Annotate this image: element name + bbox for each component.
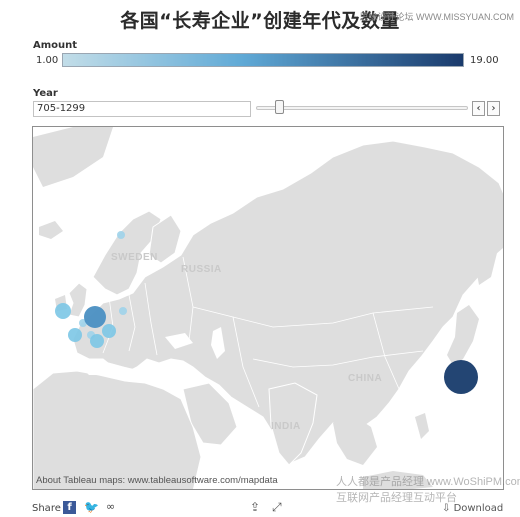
bubble-japan[interactable] <box>444 360 478 394</box>
amount-color-ramp <box>62 53 464 67</box>
bubble-norway[interactable] <box>117 231 125 239</box>
bubble-britain[interactable] <box>55 303 71 319</box>
bubble-france[interactable] <box>68 328 82 342</box>
watermark-bottom-line2: 互联网产品经理互动平台 <box>336 492 457 504</box>
twitter-icon[interactable]: 🐦 <box>84 500 99 514</box>
year-slider-track[interactable] <box>256 106 468 110</box>
amount-legend-label: Amount <box>33 40 78 51</box>
facebook-icon[interactable]: f <box>63 501 76 514</box>
watermark-bottom-line1: 人人都是产品经理 www.WoShiPM.com <box>336 476 520 488</box>
amount-legend-max: 19.00 <box>470 55 499 66</box>
link-icon[interactable]: ∞ <box>106 500 115 513</box>
fullscreen-icon[interactable]: ⤢ <box>272 500 282 515</box>
year-filter-label: Year <box>33 88 58 99</box>
year-slider-thumb[interactable] <box>275 100 284 114</box>
year-next-button[interactable]: › <box>487 101 500 116</box>
bubble-poland[interactable] <box>119 307 127 315</box>
year-prev-button[interactable]: ‹ <box>472 101 485 116</box>
bubble-italy[interactable] <box>90 334 104 348</box>
bubble-germany[interactable] <box>84 306 106 328</box>
watermark-top: 思缘设计论坛 WWW.MISSYUAN.COM <box>359 12 515 22</box>
export-icon[interactable]: ⇪ <box>250 500 260 514</box>
bubble-austria[interactable] <box>102 324 116 338</box>
share-label: Share <box>32 503 61 514</box>
amount-legend-min: 1.00 <box>36 55 59 66</box>
world-map[interactable]: SWEDEN RUSSIA CHINA INDIA About Tableau … <box>32 126 504 490</box>
bubble-layer <box>55 231 478 394</box>
map-credit[interactable]: About Tableau maps: www.tableausoftware.… <box>36 475 278 486</box>
watermark-bottom: 人人都是产品经理 www.WoShiPM.com 互联网产品经理互动平台 <box>336 474 520 506</box>
year-filter-value[interactable]: 705-1299 <box>33 101 251 117</box>
